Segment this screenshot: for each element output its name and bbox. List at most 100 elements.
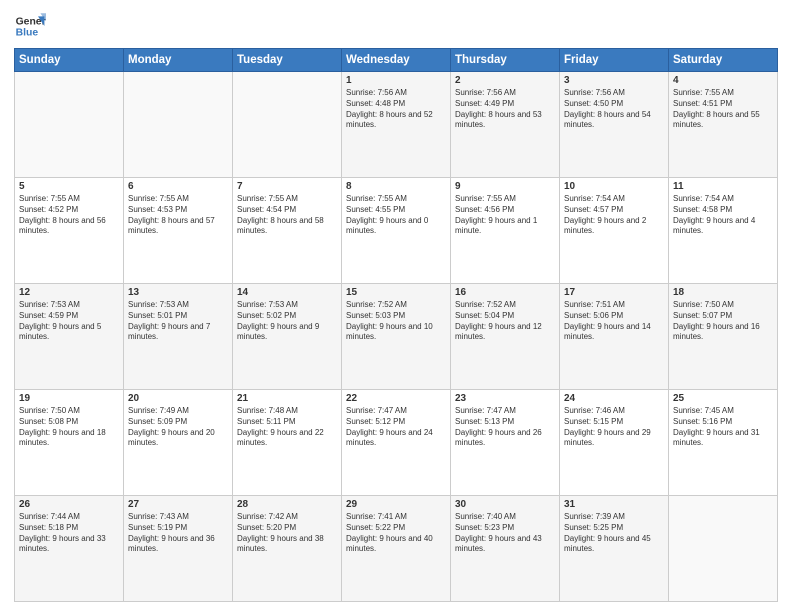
calendar-cell: 25 Sunrise: 7:45 AM Sunset: 5:16 PM Dayli… [669,390,778,496]
day-number: 22 [346,393,446,404]
calendar-cell: 1 Sunrise: 7:56 AM Sunset: 4:48 PM Daylig… [342,72,451,178]
day-number: 29 [346,499,446,510]
calendar-cell: 13Sunrise: 7:53 AM Sunset: 5:01 PM Dayli… [124,284,233,390]
day-info: Sunrise: 7:49 AM Sunset: 5:09 PM Dayligh… [128,406,228,449]
calendar-week-row: 12 Sunrise: 7:53 AM Sunset: 4:59 PM Dayli… [15,284,778,390]
day-number: 7 [237,181,337,192]
day-info: Sunrise: 7:52 AM Sunset: 5:04 PM Dayligh… [455,300,555,343]
calendar-week-row: 5 Sunrise: 7:55 AM Sunset: 4:52 PM Daylig… [15,178,778,284]
calendar-cell: 15 Sunrise: 7:52 AM Sunset: 5:03 PM Dayli… [342,284,451,390]
logo-icon: General Blue [14,10,46,42]
day-info: Sunrise: 7:46 AM Sunset: 5:15 PM Dayligh… [564,406,664,449]
calendar-cell: 10 Sunrise: 7:54 AM Sunset: 4:57 PM Dayli… [560,178,669,284]
day-info: Sunrise: 7:55 AM Sunset: 4:53 PM Dayligh… [128,194,228,237]
calendar-cell: 2 Sunrise: 7:56 AM Sunset: 4:49 PM Daylig… [451,72,560,178]
calendar-table: SundayMondayTuesdayWednesdayThursdayFrid… [14,48,778,602]
calendar-cell: 31 Sunrise: 7:39 AM Sunset: 5:25 PM Dayli… [560,496,669,602]
day-info: Sunrise: 7:55 AM Sunset: 4:52 PM Dayligh… [19,194,119,237]
calendar-body: 1 Sunrise: 7:56 AM Sunset: 4:48 PM Daylig… [15,72,778,602]
day-number: 10 [564,181,664,192]
calendar-cell: 3 Sunrise: 7:56 AM Sunset: 4:50 PM Daylig… [560,72,669,178]
calendar-cell: 4Sunrise: 7:55 AM Sunset: 4:51 PM Daylig… [669,72,778,178]
weekday-header: Sunday [15,49,124,72]
calendar-cell [233,72,342,178]
day-info: Sunrise: 7:54 AM Sunset: 4:58 PM Dayligh… [673,194,773,237]
day-number: 1 [346,75,446,86]
calendar-week-row: 26Sunrise: 7:44 AM Sunset: 5:18 PM Dayli… [15,496,778,602]
calendar-cell: 26Sunrise: 7:44 AM Sunset: 5:18 PM Dayli… [15,496,124,602]
weekday-header: Tuesday [233,49,342,72]
calendar-cell [669,496,778,602]
day-number: 30 [455,499,555,510]
calendar-cell [15,72,124,178]
day-info: Sunrise: 7:48 AM Sunset: 5:11 PM Dayligh… [237,406,337,449]
svg-text:Blue: Blue [16,28,39,39]
calendar-cell: 19 Sunrise: 7:50 AM Sunset: 5:08 PM Dayli… [15,390,124,496]
calendar-cell: 20 Sunrise: 7:49 AM Sunset: 5:09 PM Dayli… [124,390,233,496]
day-number: 28 [237,499,337,510]
day-number: 26 [19,499,119,510]
day-number: 12 [19,287,119,298]
day-number: 25 [673,393,773,404]
day-info: Sunrise: 7:55 AM Sunset: 4:55 PM Dayligh… [346,194,446,237]
day-number: 5 [19,181,119,192]
day-info: Sunrise: 7:56 AM Sunset: 4:49 PM Dayligh… [455,88,555,131]
day-info: Sunrise: 7:47 AM Sunset: 5:12 PM Dayligh… [346,406,446,449]
day-info: Sunrise: 7:54 AM Sunset: 4:57 PM Dayligh… [564,194,664,237]
calendar-cell: 16Sunrise: 7:52 AM Sunset: 5:04 PM Dayli… [451,284,560,390]
day-number: 19 [19,393,119,404]
day-number: 6 [128,181,228,192]
day-number: 8 [346,181,446,192]
calendar-cell: 6 Sunrise: 7:55 AM Sunset: 4:53 PM Daylig… [124,178,233,284]
calendar-cell: 27Sunrise: 7:43 AM Sunset: 5:19 PM Dayli… [124,496,233,602]
day-info: Sunrise: 7:50 AM Sunset: 5:08 PM Dayligh… [19,406,119,449]
weekday-header: Wednesday [342,49,451,72]
day-number: 15 [346,287,446,298]
day-number: 24 [564,393,664,404]
day-number: 23 [455,393,555,404]
calendar-cell: 9Sunrise: 7:55 AM Sunset: 4:56 PM Daylig… [451,178,560,284]
day-info: Sunrise: 7:51 AM Sunset: 5:06 PM Dayligh… [564,300,664,343]
day-number: 21 [237,393,337,404]
day-info: Sunrise: 7:47 AM Sunset: 5:13 PM Dayligh… [455,406,555,449]
day-info: Sunrise: 7:55 AM Sunset: 4:54 PM Dayligh… [237,194,337,237]
day-info: Sunrise: 7:53 AM Sunset: 5:02 PM Dayligh… [237,300,337,343]
calendar-cell [124,72,233,178]
calendar-cell: 17 Sunrise: 7:51 AM Sunset: 5:06 PM Dayli… [560,284,669,390]
day-info: Sunrise: 7:39 AM Sunset: 5:25 PM Dayligh… [564,512,664,555]
weekday-header: Saturday [669,49,778,72]
day-info: Sunrise: 7:56 AM Sunset: 4:48 PM Dayligh… [346,88,446,131]
day-info: Sunrise: 7:55 AM Sunset: 4:51 PM Dayligh… [673,88,773,131]
day-number: 13 [128,287,228,298]
day-number: 18 [673,287,773,298]
day-info: Sunrise: 7:56 AM Sunset: 4:50 PM Dayligh… [564,88,664,131]
day-number: 17 [564,287,664,298]
header: General Blue [14,10,778,42]
day-number: 31 [564,499,664,510]
day-number: 20 [128,393,228,404]
day-info: Sunrise: 7:40 AM Sunset: 5:23 PM Dayligh… [455,512,555,555]
calendar-cell: 11 Sunrise: 7:54 AM Sunset: 4:58 PM Dayli… [669,178,778,284]
calendar-cell: 18 Sunrise: 7:50 AM Sunset: 5:07 PM Dayli… [669,284,778,390]
calendar-cell: 8 Sunrise: 7:55 AM Sunset: 4:55 PM Daylig… [342,178,451,284]
calendar-cell: 30 Sunrise: 7:40 AM Sunset: 5:23 PM Dayli… [451,496,560,602]
day-info: Sunrise: 7:53 AM Sunset: 4:59 PM Dayligh… [19,300,119,343]
calendar-cell: 14 Sunrise: 7:53 AM Sunset: 5:02 PM Dayli… [233,284,342,390]
calendar-cell: 21 Sunrise: 7:48 AM Sunset: 5:11 PM Dayli… [233,390,342,496]
day-number: 9 [455,181,555,192]
day-number: 11 [673,181,773,192]
day-number: 3 [564,75,664,86]
calendar-cell: 23 Sunrise: 7:47 AM Sunset: 5:13 PM Dayli… [451,390,560,496]
logo: General Blue [14,10,46,42]
day-number: 14 [237,287,337,298]
day-number: 2 [455,75,555,86]
day-number: 27 [128,499,228,510]
day-info: Sunrise: 7:45 AM Sunset: 5:16 PM Dayligh… [673,406,773,449]
calendar-week-row: 1 Sunrise: 7:56 AM Sunset: 4:48 PM Daylig… [15,72,778,178]
calendar-header-row: SundayMondayTuesdayWednesdayThursdayFrid… [15,49,778,72]
day-info: Sunrise: 7:52 AM Sunset: 5:03 PM Dayligh… [346,300,446,343]
calendar-week-row: 19 Sunrise: 7:50 AM Sunset: 5:08 PM Dayli… [15,390,778,496]
calendar-cell: 24 Sunrise: 7:46 AM Sunset: 5:15 PM Dayli… [560,390,669,496]
calendar-cell: 29Sunrise: 7:41 AM Sunset: 5:22 PM Dayli… [342,496,451,602]
day-info: Sunrise: 7:50 AM Sunset: 5:07 PM Dayligh… [673,300,773,343]
